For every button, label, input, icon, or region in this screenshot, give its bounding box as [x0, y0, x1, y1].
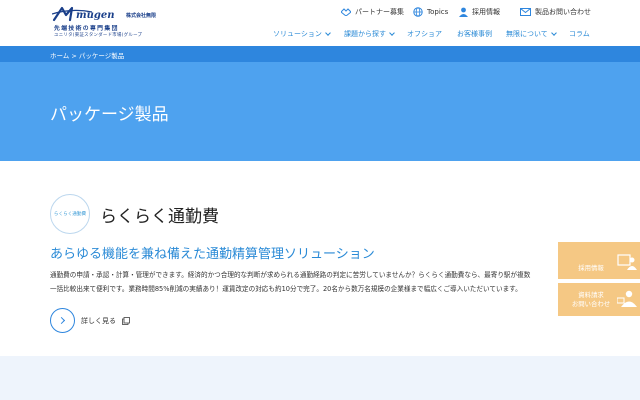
- handshake-icon: [341, 8, 351, 16]
- breadcrumb-current: パッケージ製品: [78, 52, 125, 60]
- product-description-line: 通勤費の申請・承認・計算・管理ができます。経済的かつ合理的な判断が求められる通勤…: [50, 271, 531, 279]
- contact-person-icon: [617, 290, 637, 307]
- logo-wordmark: mugen: [76, 10, 114, 21]
- product-description-line: 一括比較出来て便利です。業務時間85%削減の実績あり！運賃改定の対応も約10分で…: [50, 285, 522, 293]
- product-inquiry-label: 製品お問い合わせ: [535, 8, 591, 16]
- logo-tagline: 先端技術の専門集団: [54, 26, 119, 32]
- page-title: パッケージ製品: [50, 105, 169, 125]
- product-name: らくらく通勤費: [100, 207, 219, 227]
- nav-case-studies-label: お客様事例: [457, 30, 492, 38]
- details-link-label: 詳しく見る: [81, 317, 116, 325]
- nav-solutions[interactable]: ソリューション: [273, 29, 331, 39]
- partner-link[interactable]: パートナー募集: [341, 6, 404, 18]
- side-tab-contact-line2: お問い合わせ: [571, 300, 611, 308]
- product-badge-text: らくらく通勤費: [53, 212, 87, 217]
- nav-column-label: コラム: [569, 30, 590, 38]
- external-link-icon: [122, 317, 130, 325]
- breadcrumb-bar: ホーム > パッケージ製品: [0, 46, 640, 62]
- nav-find-by-issue[interactable]: 課題から探す: [344, 29, 395, 39]
- nav-column[interactable]: コラム: [569, 29, 590, 39]
- nav-about[interactable]: 無限について: [506, 29, 557, 39]
- logo-corp-name: 株式会社無限: [126, 13, 157, 19]
- details-arrow-button[interactable]: [50, 308, 75, 333]
- side-tab-contact-label: 資料請求 お問い合わせ: [566, 291, 616, 309]
- product-description: 通勤費の申請・承認・計算・管理ができます。経済的かつ合理的な判断が求められる通勤…: [50, 268, 570, 296]
- side-tab-recruit[interactable]: 採用情報: [558, 242, 640, 279]
- person-icon: [459, 7, 468, 17]
- site-header: mugen 株式会社無限 先端技術の専門集団 ユニリタ(東証スタンダード市場)グ…: [0, 0, 640, 46]
- nav-about-label: 無限について: [506, 30, 548, 38]
- partner-link-label: パートナー募集: [355, 8, 404, 16]
- side-tab-contact-line1: 資料請求: [578, 291, 604, 299]
- breadcrumb-separator: >: [71, 52, 77, 60]
- globe-icon: [413, 7, 423, 17]
- recruit-person-icon: [617, 254, 637, 270]
- recruit-link[interactable]: 採用情報: [459, 6, 500, 18]
- chevron-right-icon: [57, 316, 66, 325]
- chevron-down-icon: [325, 29, 331, 36]
- nav-offshore[interactable]: オフショア: [407, 29, 442, 39]
- company-logo[interactable]: mugen 株式会社無限 先端技術の専門集団 ユニリタ(東証スタンダード市場)グ…: [52, 6, 172, 42]
- product-inquiry-link[interactable]: 製品お問い合わせ: [520, 6, 591, 18]
- breadcrumb-home[interactable]: ホーム: [50, 52, 69, 60]
- nav-find-by-issue-label: 課題から探す: [344, 30, 386, 38]
- side-tab-recruit-label: 採用情報: [578, 264, 604, 272]
- topics-link[interactable]: Topics: [413, 6, 448, 18]
- chevron-down-icon: [389, 29, 395, 36]
- nav-case-studies[interactable]: お客様事例: [457, 29, 492, 39]
- next-section-band: [0, 356, 640, 400]
- nav-solutions-label: ソリューション: [273, 30, 322, 38]
- mail-icon: [520, 8, 531, 16]
- recruit-link-label: 採用情報: [472, 8, 500, 16]
- nav-offshore-label: オフショア: [407, 30, 442, 38]
- breadcrumb: ホーム > パッケージ製品: [50, 50, 124, 60]
- product-catchphrase: あらゆる機能を兼ね備えた通勤精算管理ソリューション: [50, 247, 375, 262]
- chevron-down-icon: [550, 29, 557, 36]
- topics-link-label: Topics: [427, 8, 449, 16]
- logo-group-line: ユニリタ(東証スタンダード市場)グループ: [54, 33, 143, 38]
- page-hero: パッケージ製品: [0, 62, 640, 161]
- mugen-logo-mark-icon: mugen: [52, 6, 114, 22]
- details-link[interactable]: 詳しく見る: [81, 316, 130, 326]
- side-tab-contact[interactable]: 資料請求 お問い合わせ: [558, 283, 640, 316]
- product-logo-badge: らくらく通勤費: [50, 194, 90, 234]
